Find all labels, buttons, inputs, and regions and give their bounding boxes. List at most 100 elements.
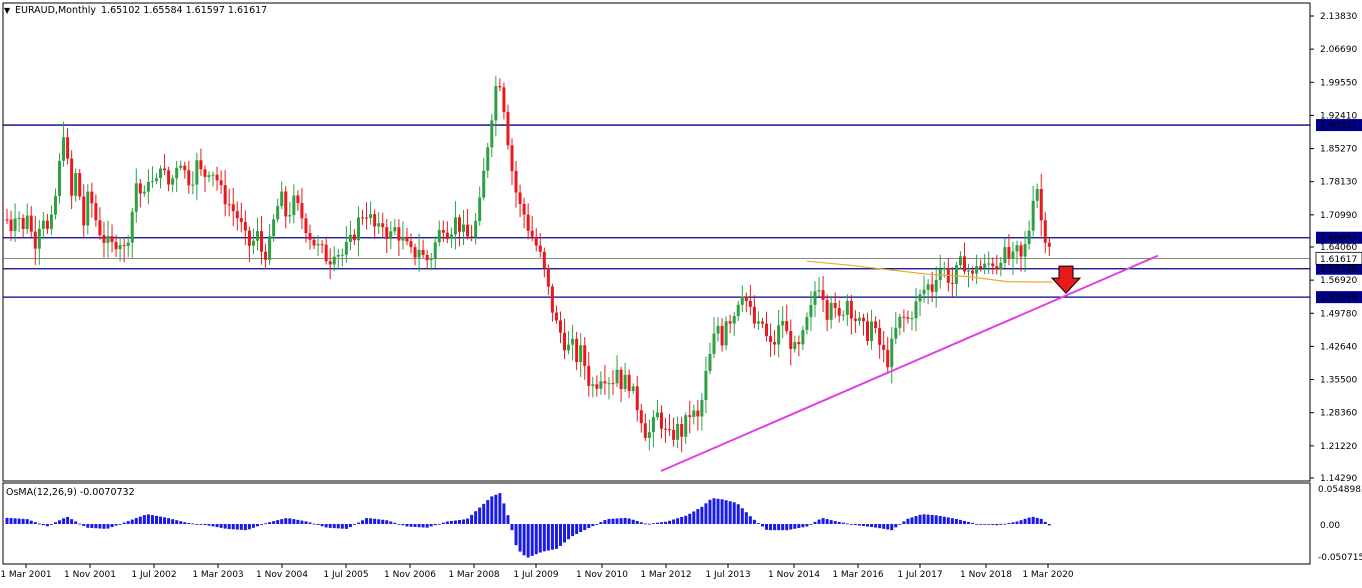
osma-bar <box>898 524 902 525</box>
candle <box>926 279 930 305</box>
osma-bar <box>801 524 805 528</box>
candle <box>599 371 603 395</box>
osma-bar <box>146 514 150 524</box>
candle <box>70 150 74 210</box>
osma-bar <box>340 524 344 529</box>
osma-bar <box>841 522 845 524</box>
osma-bar <box>9 518 13 524</box>
candle <box>292 184 296 224</box>
osma-bar <box>724 500 728 524</box>
candle <box>950 266 954 297</box>
sell-arrow-icon[interactable] <box>1050 265 1082 294</box>
osma-bar <box>623 517 627 524</box>
osma-bar <box>765 524 769 530</box>
candle <box>98 207 102 240</box>
osma-bar <box>902 521 906 524</box>
osma-bar <box>821 518 825 524</box>
osma-bar <box>587 524 591 529</box>
x-tick-label: 1 Mar 2020 <box>1022 570 1074 580</box>
candle <box>866 312 870 346</box>
candle <box>268 224 272 265</box>
candle <box>615 355 619 388</box>
candle <box>874 316 878 334</box>
candle <box>587 352 591 397</box>
osma-bar <box>954 518 958 524</box>
candle <box>765 311 769 342</box>
y-tick-label: 1.56920 <box>1320 276 1357 286</box>
chart-window[interactable]: 2.13830 2.06690 1.99550 1.92410 1.85270 1.781… <box>0 0 1362 584</box>
candle <box>1019 241 1023 272</box>
candle <box>857 311 861 326</box>
candle <box>817 277 821 297</box>
candle <box>25 203 29 234</box>
chart-svg[interactable]: 2.138302.066901.995501.924101.852701.781… <box>0 0 1362 584</box>
osma-bar <box>1011 522 1015 524</box>
candle <box>280 181 284 210</box>
osma-bar <box>292 519 296 524</box>
candle <box>49 205 53 235</box>
osma-bar <box>211 524 215 527</box>
candle <box>486 142 490 179</box>
candle <box>1015 240 1019 265</box>
candle <box>53 188 57 220</box>
osma-bar <box>506 515 510 524</box>
candle <box>118 236 122 262</box>
candle <box>688 400 692 434</box>
osma-bar <box>995 524 999 526</box>
candle <box>312 236 316 250</box>
candle <box>393 219 397 236</box>
trendline[interactable] <box>660 254 1159 472</box>
osma-bar <box>708 499 712 524</box>
osma-bar <box>41 524 45 526</box>
ohlc-values: 1.65102 1.65584 1.61597 1.61617 <box>101 5 267 16</box>
candle <box>247 226 251 263</box>
osma-bar <box>829 520 833 524</box>
osma-bar <box>607 518 611 524</box>
osma-bar <box>187 522 191 524</box>
osma-bar <box>288 518 292 524</box>
osma-bar <box>62 518 66 524</box>
candle <box>251 228 255 255</box>
candle <box>631 383 635 395</box>
osma-bar <box>575 524 579 535</box>
osma-bar <box>716 498 720 524</box>
candle <box>1039 173 1043 237</box>
osma-bar <box>154 515 158 524</box>
candle <box>29 205 33 237</box>
candle <box>340 248 344 267</box>
osma-bar <box>13 518 17 524</box>
osma-bar <box>466 518 470 524</box>
candle <box>773 330 777 356</box>
candle <box>171 174 175 193</box>
osma-bar <box>878 524 882 529</box>
osma-bar <box>312 523 316 525</box>
osma-bar <box>676 518 680 524</box>
candle <box>490 114 494 158</box>
candle <box>967 263 971 288</box>
osma-bar <box>449 520 453 524</box>
candle <box>308 224 312 250</box>
candle <box>878 319 882 359</box>
osma-bar <box>179 521 183 524</box>
candle <box>991 257 995 275</box>
candle <box>829 295 833 329</box>
x-tick-label: 1 Mar 2012 <box>640 570 691 580</box>
osma-bar <box>866 524 870 527</box>
candle <box>66 127 70 165</box>
candle <box>385 218 389 254</box>
osma-bar <box>409 524 413 527</box>
candle <box>607 377 611 400</box>
osma-bar <box>736 504 740 524</box>
candle <box>550 283 554 322</box>
osma-bar <box>215 524 219 528</box>
candle <box>684 412 688 444</box>
x-tick-label: 1 Mar 2008 <box>448 570 500 580</box>
osma-bar <box>651 523 655 525</box>
candle <box>700 393 704 431</box>
main-pane-border <box>2 2 1311 482</box>
level-price-tag-text: 1.66057 <box>1320 234 1357 244</box>
candle <box>122 238 126 263</box>
chart-menu-arrow-icon[interactable]: ▼ <box>4 6 11 15</box>
candle <box>482 158 486 201</box>
osma-bar <box>1023 518 1027 524</box>
